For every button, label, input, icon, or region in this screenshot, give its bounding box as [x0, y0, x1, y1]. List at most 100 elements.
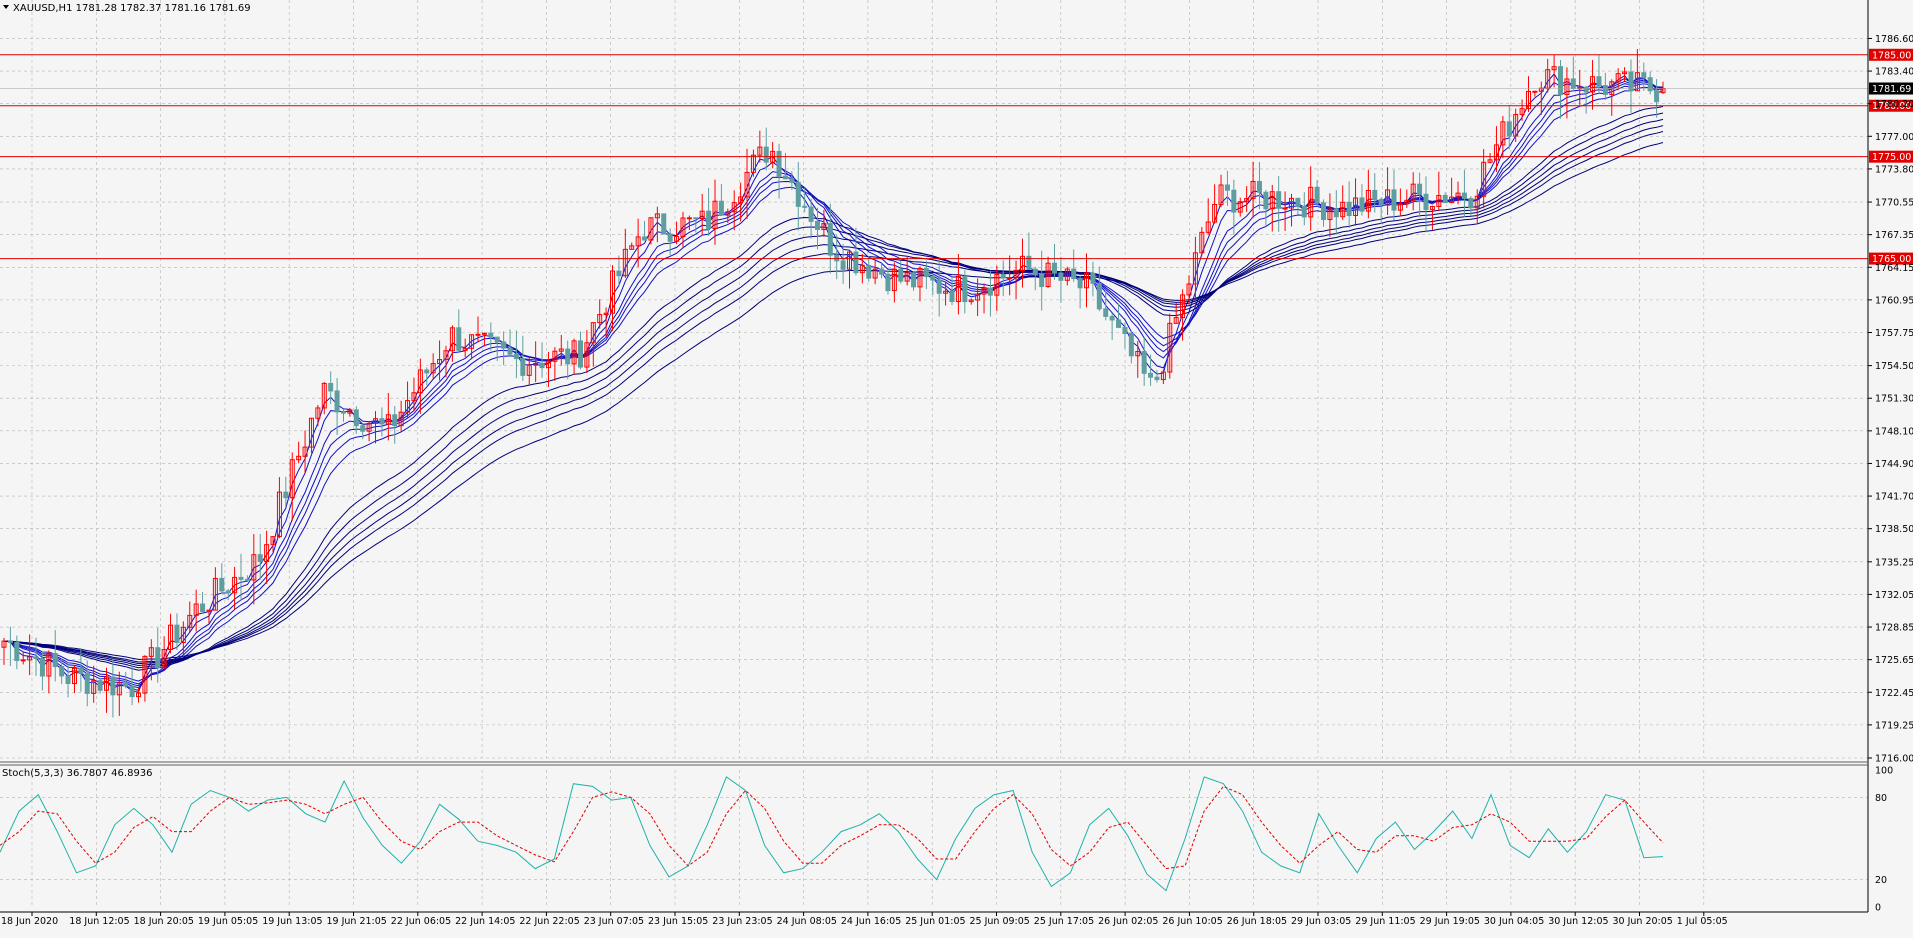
candle-body [1641, 72, 1647, 79]
candle-body [718, 200, 724, 216]
candle-body [155, 647, 161, 669]
candle-body [577, 340, 583, 368]
price-tick-label: 1783.40 [1875, 67, 1913, 78]
candle-body [776, 150, 782, 177]
time-tick-label: 29 Jun 11:05 [1355, 916, 1415, 927]
candle-body [1077, 278, 1083, 289]
candle-body [1602, 85, 1608, 95]
time-tick-label: 25 Jun 17:05 [1034, 916, 1094, 927]
candle-body [879, 268, 885, 275]
candle-body [1372, 189, 1378, 200]
candle-body [1346, 201, 1352, 217]
candle-body [808, 206, 814, 222]
candle-body [1256, 180, 1262, 193]
candle-body [78, 667, 84, 674]
time-tick-label: 26 Jun 10:05 [1162, 916, 1222, 927]
price-tick-label: 1719.25 [1875, 720, 1913, 731]
price-tick-label: 1786.60 [1875, 34, 1913, 45]
candle-body [1442, 194, 1448, 204]
candle-body [1583, 86, 1589, 93]
candle-body [853, 251, 859, 274]
candle-body [930, 276, 936, 281]
candle-body [513, 353, 519, 360]
time-tick-label: 1 Jul 05:05 [1677, 916, 1728, 927]
time-tick-label: 19 Jun 21:05 [327, 916, 387, 927]
candle-body [392, 414, 398, 427]
time-tick-label: 23 Jun 15:05 [648, 916, 708, 927]
price-tick-label: 1760.95 [1875, 295, 1913, 306]
candle-body [238, 576, 244, 580]
candle-body [501, 341, 507, 349]
candle-body [123, 682, 129, 687]
chart-canvas: 1785.001780.001775.001765.001781.69 1786… [0, 0, 1913, 934]
price-tick-label: 1780.20 [1875, 99, 1913, 110]
candle-body [1109, 315, 1115, 321]
time-tick-label: 24 Jun 16:05 [841, 916, 901, 927]
candle-body [328, 382, 334, 392]
candle-body [456, 327, 462, 351]
price-tick-label: 1735.25 [1875, 557, 1913, 568]
candle-body [1468, 197, 1474, 209]
candle-body [14, 641, 20, 661]
stoch-tick-label: 0 [1875, 903, 1881, 914]
candle-body [360, 425, 366, 432]
price-tick-label: 1754.50 [1875, 361, 1913, 372]
candle-body [539, 362, 545, 369]
stoch-title: Stoch(5,3,3) 36.7807 46.8936 [2, 768, 153, 779]
candle-body [1122, 326, 1128, 334]
candle-body [1090, 272, 1096, 284]
price-tick-label: 1728.85 [1875, 623, 1913, 634]
candle-body [686, 217, 692, 220]
candle-body [379, 418, 385, 425]
candle-body [65, 675, 71, 685]
candle-body [1295, 197, 1301, 207]
candle-body [866, 264, 872, 279]
time-tick-label: 24 Jun 08:05 [777, 916, 837, 927]
price-tick-label: 1716.00 [1875, 754, 1913, 765]
candle-body [1461, 192, 1467, 199]
candle-body [1039, 274, 1045, 288]
candle-body [1141, 351, 1147, 374]
time-tick-label: 18 Jun 20:05 [134, 916, 194, 927]
candle-body [834, 254, 840, 262]
stoch-tick-label: 20 [1875, 875, 1887, 886]
price-tick-label: 1764.15 [1875, 263, 1913, 274]
candle-body [1378, 198, 1384, 206]
time-tick-label: 29 Jun 19:05 [1420, 916, 1480, 927]
price-tick-label: 1757.75 [1875, 328, 1913, 339]
candle-body [1116, 319, 1122, 328]
candle-body [1282, 207, 1288, 210]
candle-body [1148, 372, 1154, 378]
candle-body [353, 409, 359, 427]
price-tick-label: 1751.30 [1875, 394, 1913, 405]
candle-body [1558, 66, 1564, 96]
candle-body [962, 275, 968, 303]
candle-body [693, 217, 699, 220]
candle-body [898, 268, 904, 282]
candle-body [1051, 262, 1057, 274]
price-tick-label: 1777.00 [1875, 132, 1913, 143]
candle-body [814, 220, 820, 230]
candle-body [1301, 205, 1307, 218]
candle-body [827, 223, 833, 256]
time-tick-label: 25 Jun 01:05 [905, 916, 965, 927]
stoch-tick-label: 80 [1875, 793, 1887, 804]
current-price-label: 1781.69 [1872, 84, 1911, 95]
candle-body [1333, 208, 1339, 218]
candle-body [1096, 282, 1102, 310]
candle-body [200, 603, 206, 613]
candle-body [1071, 268, 1077, 280]
candle-body [1391, 189, 1397, 211]
candle-body [52, 653, 58, 668]
stoch-tick-label: 100 [1875, 766, 1893, 777]
time-tick-label: 18 Jun 12:05 [69, 916, 129, 927]
candle-body [129, 685, 135, 698]
candle-body [1417, 183, 1423, 195]
chart-background [0, 0, 1913, 934]
candle-body [1263, 191, 1269, 210]
time-tick-label: 23 Jun 23:05 [712, 916, 772, 927]
candle-body [1423, 193, 1429, 211]
candle-body [174, 624, 180, 643]
candle-body [885, 273, 891, 292]
price-tick-label: 1748.10 [1875, 426, 1913, 437]
